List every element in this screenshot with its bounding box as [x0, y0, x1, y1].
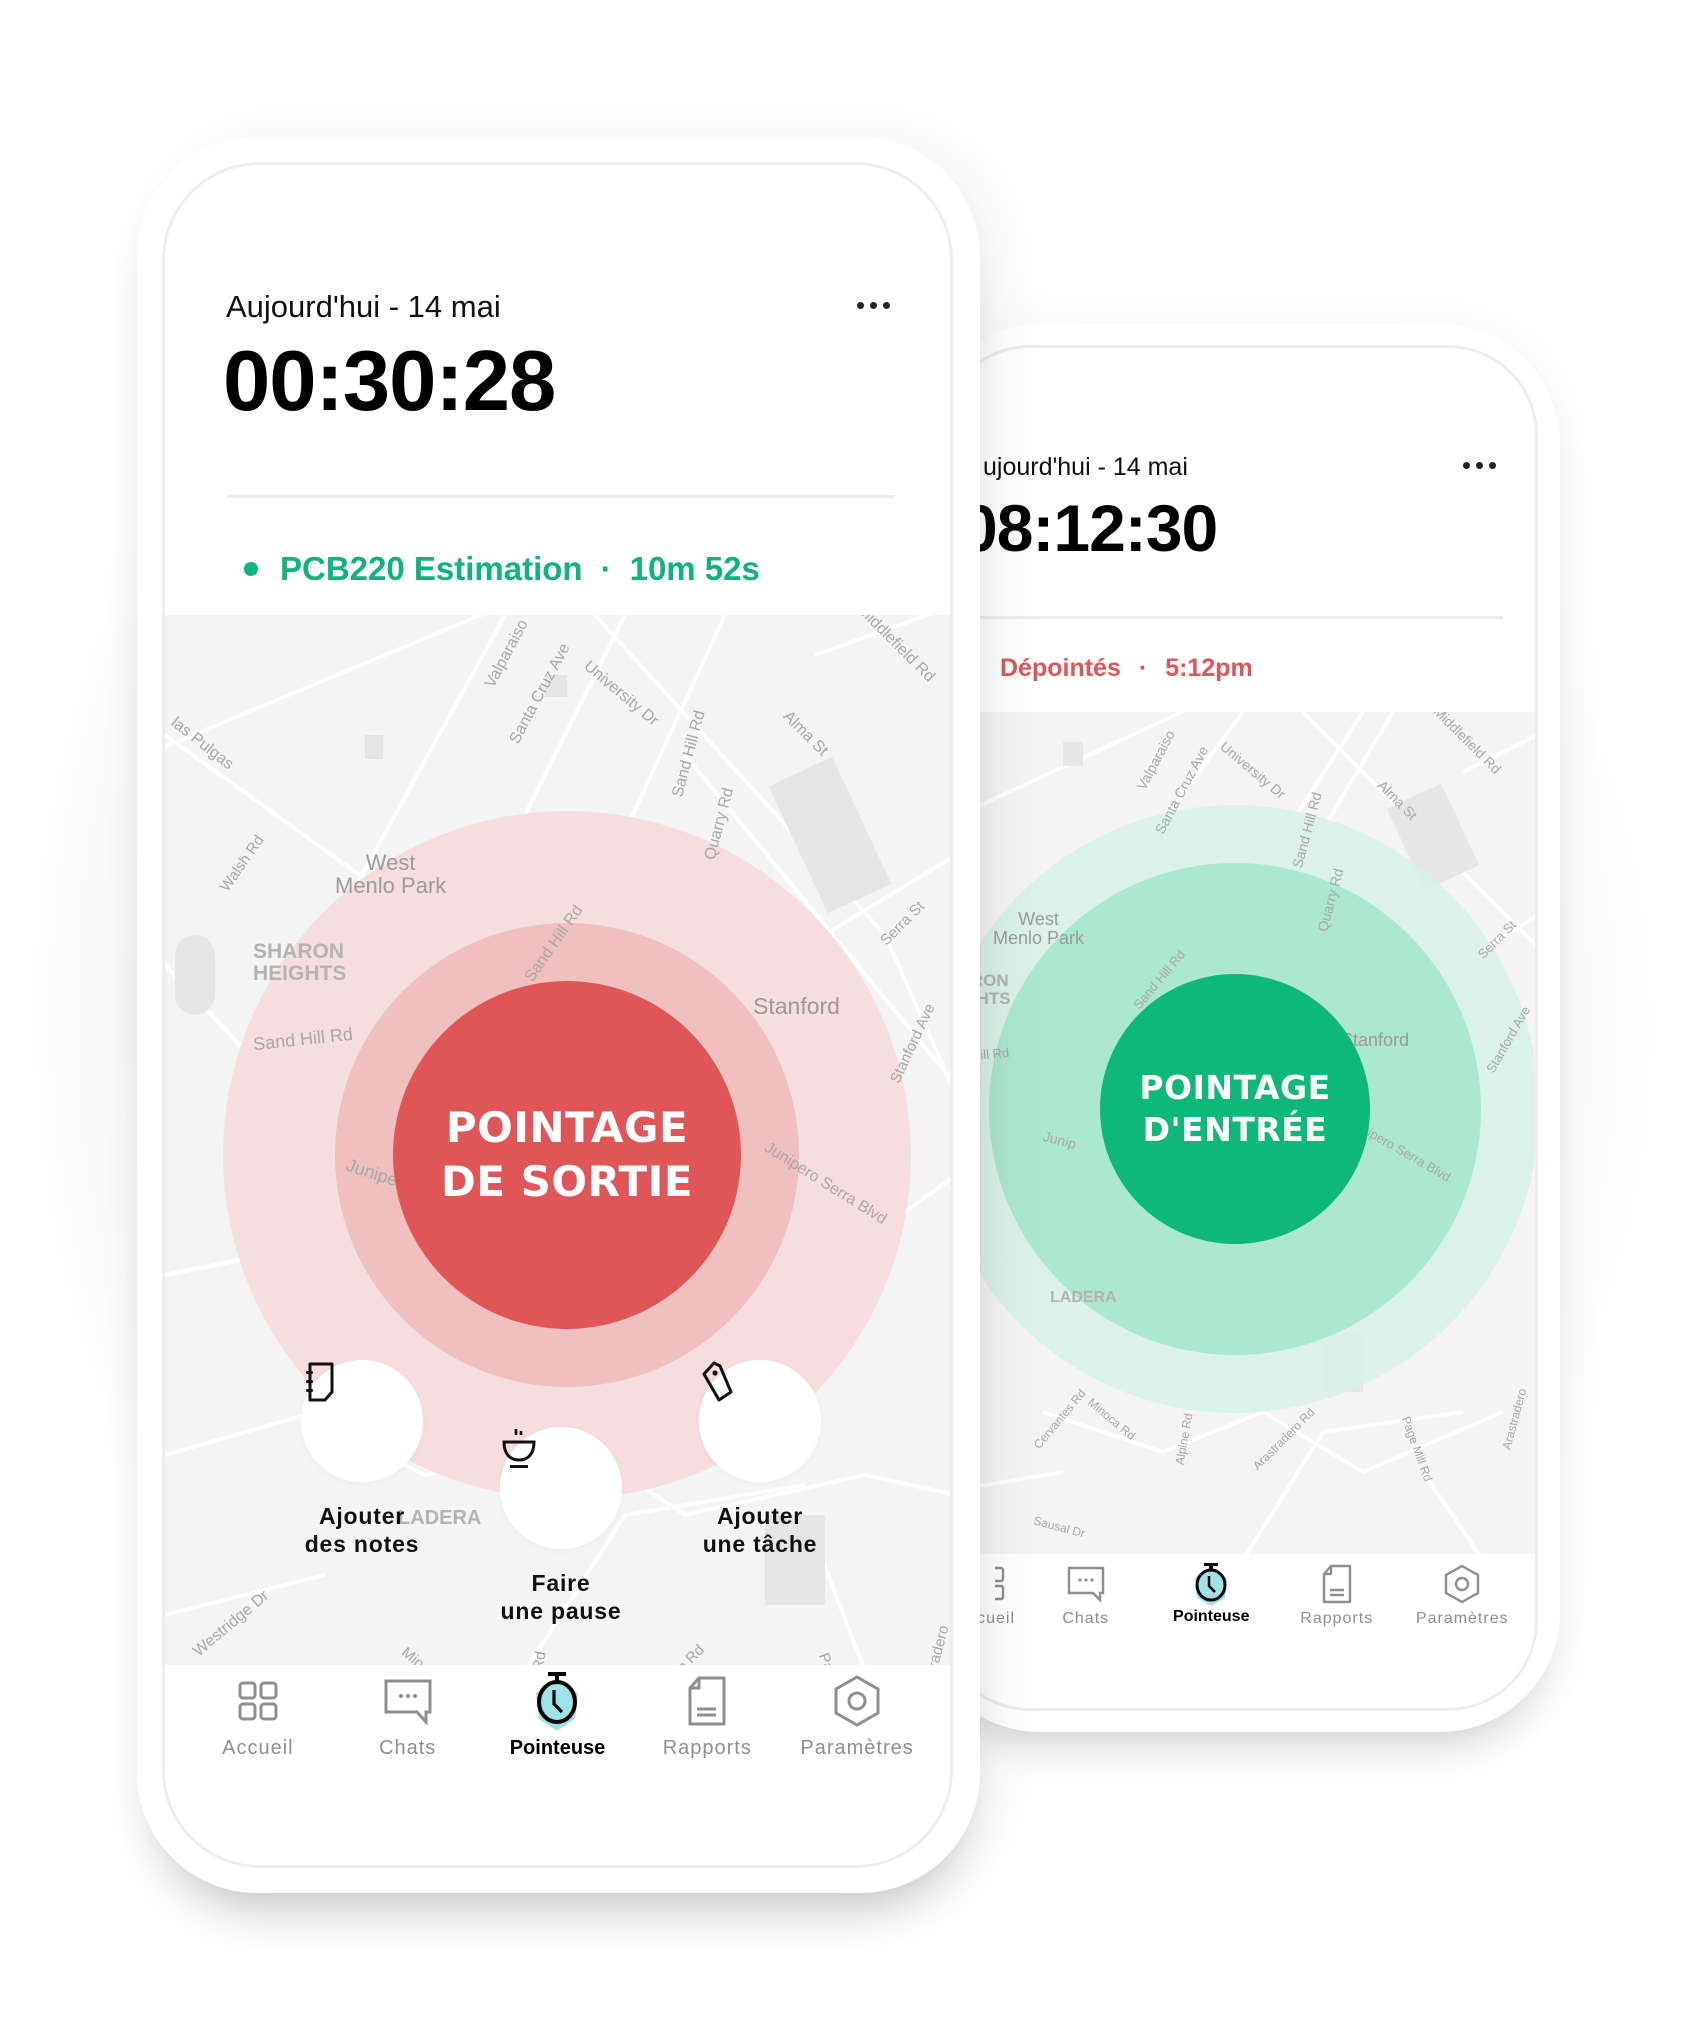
map-label: SHARON HEIGHTS — [253, 940, 347, 986]
tab-chats[interactable]: Chats — [333, 1675, 483, 1865]
map-view[interactable]: las Pulgas Walsh Rd Valparaiso Santa Cru… — [165, 615, 950, 1671]
action-label-line1: Faire — [531, 1570, 591, 1596]
status-separator: · — [600, 550, 612, 587]
tab-label: Pointeuse — [1173, 1608, 1250, 1625]
action-label-line1: Ajouter — [716, 1503, 804, 1529]
tab-accueil[interactable]: Accueil — [183, 1675, 333, 1865]
coffee-cup-icon — [502, 1429, 536, 1468]
task-name: PCB220 Estimation — [280, 550, 583, 587]
clock-out-button[interactable]: POINTAGE DE SORTIE — [393, 981, 741, 1329]
clock-out-line2: DE SORTIE — [440, 1157, 694, 1206]
map-label: West Menlo Park — [335, 850, 447, 899]
action-label-line2: une tâche — [702, 1531, 818, 1557]
clock-in-line1: POINTAGE — [1139, 1068, 1331, 1107]
action-label: Faire une pause — [459, 1569, 663, 1625]
tab-bar: Accueil Chats Pointeuse Rapports Paramèt… — [165, 1665, 950, 1865]
phone-front: Aujourd'hui - 14 mai 00:30:28 PCB220 Est… — [137, 137, 980, 1893]
status-separator: · — [1138, 654, 1148, 682]
action-label-line1: Ajouter — [318, 1503, 406, 1529]
action-label: Ajouter une tâche — [658, 1502, 862, 1558]
dot — [1489, 462, 1496, 469]
settings-hexagon-icon — [1443, 1564, 1481, 1604]
tab-rapports[interactable]: Rapports — [1274, 1564, 1400, 1708]
map-label: LADERA — [1050, 1289, 1117, 1306]
timer-display: 08:12:30 — [961, 491, 1218, 565]
stopwatch-icon — [528, 1672, 586, 1731]
tab-parametres[interactable]: Paramètres — [1400, 1564, 1526, 1708]
tag-icon — [702, 1361, 733, 1402]
map-label: Stanford — [753, 993, 840, 1019]
tab-label: Pointeuse — [509, 1737, 606, 1759]
tab-label: Chats — [379, 1737, 437, 1759]
add-notes-action: Ajouter des notes — [300, 1360, 424, 1558]
status-dot — [244, 562, 258, 576]
tab-label: Rapports — [1300, 1610, 1374, 1627]
clock-status: Dépointés · 5:12pm — [1000, 654, 1253, 683]
header-divider — [943, 616, 1503, 619]
active-task-status: PCB220 Estimation · 10m 52s — [244, 550, 760, 588]
more-options-button[interactable] — [1463, 462, 1496, 469]
date-label: ujourd'hui - 14 mai — [983, 453, 1188, 481]
stopwatch-icon — [1189, 1563, 1233, 1606]
tab-label: Accueil — [222, 1737, 294, 1759]
tab-label: Rapports — [662, 1737, 752, 1759]
add-notes-button[interactable] — [301, 1360, 423, 1482]
header-divider — [227, 495, 895, 498]
grid-icon — [238, 1675, 278, 1727]
tab-chats[interactable]: Chats — [1023, 1564, 1149, 1708]
phone-back-screen: ujourd'hui - 14 mai 08:12:30 Dépointés ·… — [940, 345, 1538, 1711]
more-options-button[interactable] — [857, 302, 890, 309]
tab-spacer — [1525, 1564, 1535, 1708]
clock-in-line2: D'ENTRÉE — [1142, 1110, 1328, 1149]
add-task-action: Ajouter une tâche — [698, 1360, 822, 1558]
map-label: West Menlo Park — [993, 909, 1085, 948]
chat-bubble-icon — [383, 1675, 433, 1727]
tab-label: Paramètres — [800, 1737, 914, 1759]
dot — [870, 302, 877, 309]
take-break-button[interactable] — [500, 1427, 622, 1549]
tab-pointeuse[interactable]: Pointeuse — [1149, 1563, 1275, 1708]
timer-display: 00:30:28 — [223, 334, 556, 429]
grid-icon — [995, 1564, 1015, 1604]
more-horizontal-icon — [1463, 462, 1470, 469]
clock-in-button[interactable]: POINTAGE D'ENTRÉE — [1100, 974, 1370, 1244]
tab-pointeuse[interactable]: Pointeuse — [483, 1672, 633, 1865]
dot — [1476, 462, 1483, 469]
tab-bar: cueil Chats Pointeuse Rapports Paramètre… — [943, 1554, 1535, 1708]
tab-label: cueil — [977, 1610, 1015, 1627]
phone-front-screen: Aujourd'hui - 14 mai 00:30:28 PCB220 Est… — [162, 162, 953, 1868]
chat-bubble-icon — [1066, 1564, 1106, 1604]
dot — [883, 302, 890, 309]
document-icon — [1321, 1564, 1353, 1604]
action-label: Ajouter des notes — [260, 1502, 464, 1558]
map-view[interactable]: Valparaiso Santa Cruz Ave University Dr … — [943, 712, 1535, 1560]
status-time: 5:12pm — [1165, 654, 1253, 682]
task-duration: 10m 52s — [629, 550, 760, 587]
phone-back: ujourd'hui - 14 mai 08:12:30 Dépointés ·… — [920, 324, 1560, 1732]
tab-parametres[interactable]: Paramètres — [782, 1675, 932, 1865]
clock-out-line1: POINTAGE — [445, 1103, 689, 1152]
action-label-line2: des notes — [304, 1531, 420, 1557]
tab-label: Chats — [1062, 1610, 1110, 1627]
date-label: Aujourd'hui - 14 mai — [226, 289, 501, 324]
document-icon — [686, 1675, 728, 1727]
take-break-action: Faire une pause — [499, 1427, 623, 1625]
add-task-button[interactable] — [699, 1360, 821, 1482]
tab-rapports[interactable]: Rapports — [632, 1675, 782, 1865]
notebook-icon — [306, 1362, 334, 1402]
action-label-line2: une pause — [500, 1598, 622, 1624]
settings-hexagon-icon — [833, 1675, 881, 1727]
more-horizontal-icon — [857, 302, 864, 309]
status-label: Dépointés — [1000, 654, 1121, 682]
tab-label: Paramètres — [1415, 1610, 1509, 1627]
